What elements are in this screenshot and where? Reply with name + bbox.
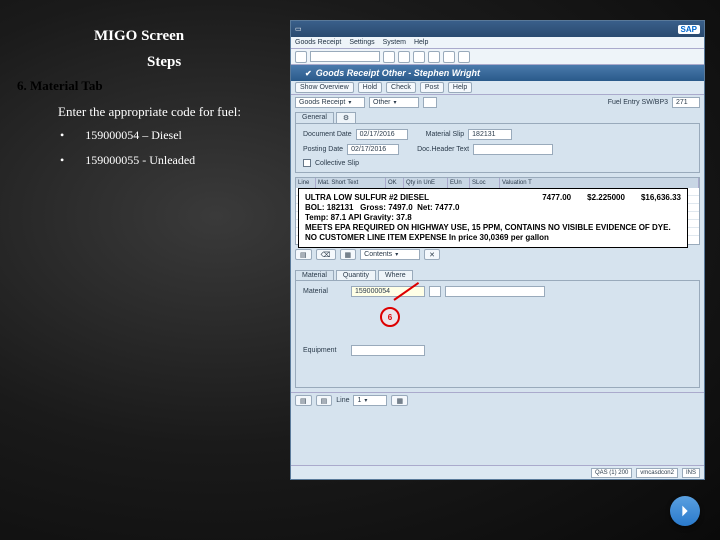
- col-qty[interactable]: Qty in UnE: [404, 178, 448, 188]
- tab-general[interactable]: General: [295, 112, 334, 123]
- find-icon[interactable]: [458, 51, 470, 63]
- sap-window: ▭ SAP Goods Receipt Settings System Help…: [290, 20, 705, 480]
- print-icon[interactable]: [443, 51, 455, 63]
- screen-title: Goods Receipt Other - Stephen Wright: [291, 65, 704, 81]
- pointer-marker: 6: [380, 307, 400, 327]
- callout-line2: Temp: 87.1 API Gravity: 37.8: [305, 213, 681, 223]
- col-ok[interactable]: OK: [386, 178, 404, 188]
- grid-tool-button[interactable]: ▦: [340, 249, 357, 260]
- item-detail-panel: Material 159000054 Equipment 6: [295, 280, 700, 388]
- material-slip-field[interactable]: 182131: [468, 129, 512, 140]
- menu-item[interactable]: Help: [414, 39, 428, 46]
- material-label: Material: [303, 288, 347, 295]
- ref-search-button[interactable]: [423, 97, 437, 108]
- ok-icon[interactable]: [295, 51, 307, 63]
- callout-bol: 182131: [327, 203, 354, 212]
- posting-date-label: Posting Date: [303, 146, 343, 153]
- callout-gross: 7497.0: [388, 203, 412, 212]
- contents-dropdown[interactable]: Contents: [360, 249, 420, 260]
- callout-net: 7477.0: [435, 203, 459, 212]
- bullet-item: 159000054 – Diesel: [85, 128, 182, 142]
- collective-slip-label: Collective Slip: [315, 160, 359, 167]
- back-icon[interactable]: [398, 51, 410, 63]
- sap-iconbar: [291, 49, 704, 65]
- doc-date-label: Document Date: [303, 131, 352, 138]
- callout-gross-label: Gross:: [360, 203, 386, 212]
- action-dropdown[interactable]: Goods Receipt: [295, 97, 365, 108]
- collective-slip-checkbox[interactable]: [303, 159, 311, 167]
- grid-tool-button[interactable]: ✕: [424, 249, 440, 260]
- callout-qty: 7477.00: [542, 193, 571, 203]
- item-nav-button[interactable]: ▤: [316, 395, 333, 406]
- callout-line4: NO CUSTOMER LINE ITEM EXPENSE In price 3…: [305, 233, 681, 243]
- sap-content: Goods Receipt Other Fuel Entry SW/BP3 27…: [291, 95, 704, 465]
- post-button[interactable]: Post: [420, 82, 444, 93]
- sap-titlebar: ▭ SAP: [291, 21, 704, 37]
- menu-item[interactable]: System: [383, 39, 406, 46]
- menu-item[interactable]: Settings: [349, 39, 374, 46]
- status-env: QAS (1) 200: [591, 468, 632, 478]
- doc-date-field[interactable]: 02/17/2016: [356, 129, 408, 140]
- col-sloc[interactable]: SLoc: [470, 178, 500, 188]
- help-button[interactable]: Help: [448, 82, 472, 93]
- hold-button[interactable]: Hold: [358, 82, 382, 93]
- callout-line3: MEETS EPA REQUIRED ON HIGHWAY USE, 15 PP…: [305, 223, 681, 233]
- show-overview-button[interactable]: Show Overview: [295, 82, 354, 93]
- equipment-label: Equipment: [303, 347, 347, 354]
- doc-header-field[interactable]: [473, 144, 553, 155]
- sap-menubar: Goods Receipt Settings System Help: [291, 37, 704, 49]
- doc-header-label: Doc.Header Text: [417, 146, 469, 153]
- callout-price: $2.225000: [587, 193, 625, 203]
- posting-date-field[interactable]: 02/17/2016: [347, 144, 399, 155]
- fuel-entry-label: Fuel Entry SW/BP3: [608, 99, 668, 106]
- item-nav-button[interactable]: ▦: [391, 395, 408, 406]
- material-desc-field[interactable]: [445, 286, 545, 297]
- grid-tool-button[interactable]: ⌫: [316, 249, 336, 260]
- movement-type-field[interactable]: 271: [672, 97, 700, 108]
- bullet-list: 159000054 – Diesel 159000055 - Unleaded: [60, 128, 195, 178]
- material-slip-label: Material Slip: [426, 131, 465, 138]
- status-ins: INS: [682, 468, 700, 478]
- tab-quantity[interactable]: Quantity: [336, 270, 376, 280]
- header-panel: Document Date 02/17/2016 Material Slip 1…: [295, 123, 700, 173]
- command-field[interactable]: [310, 51, 380, 62]
- line-dropdown[interactable]: 1: [353, 395, 387, 406]
- equipment-field[interactable]: [351, 345, 425, 356]
- cancel-icon[interactable]: [428, 51, 440, 63]
- next-slide-button[interactable]: [670, 496, 700, 526]
- tab-where[interactable]: Where: [378, 270, 413, 280]
- save-icon[interactable]: [383, 51, 395, 63]
- arrow-right-icon: [677, 503, 693, 519]
- ref-dropdown[interactable]: Other: [369, 97, 419, 108]
- exit-icon[interactable]: [413, 51, 425, 63]
- grid-tool-button[interactable]: ▤: [295, 249, 312, 260]
- step-heading: 6. Material Tab: [17, 78, 103, 94]
- slide-subtitle: Steps: [147, 54, 181, 71]
- col-eun[interactable]: EUn: [448, 178, 470, 188]
- material-field[interactable]: 159000054: [351, 286, 425, 297]
- tab-material[interactable]: Material: [295, 270, 334, 280]
- instruction-text: Enter the appropriate code for fuel:: [58, 104, 241, 120]
- callout-total: $16,636.33: [641, 193, 681, 203]
- status-bar: QAS (1) 200 vmcasdcon2 INS: [291, 465, 704, 479]
- line-label: Line: [336, 397, 349, 404]
- item-nav-button[interactable]: ▤: [295, 395, 312, 406]
- callout-bol-label: BOL:: [305, 203, 325, 212]
- col-mat-text[interactable]: Mat. Short Text: [316, 178, 386, 188]
- col-line[interactable]: Line: [296, 178, 316, 188]
- status-host: vmcasdcon2: [636, 468, 678, 478]
- bullet-item: 159000055 - Unleaded: [85, 153, 195, 167]
- tab-other[interactable]: ⚙: [336, 112, 356, 123]
- window-sys-icon: ▭: [295, 25, 302, 33]
- slide-title: MIGO Screen: [94, 28, 184, 45]
- menu-item[interactable]: Goods Receipt: [295, 39, 341, 46]
- sap-logo: SAP: [678, 25, 700, 34]
- app-toolbar: Show Overview Hold Check Post Help: [291, 81, 704, 95]
- callout-net-label: Net:: [417, 203, 433, 212]
- check-button[interactable]: Check: [386, 82, 416, 93]
- col-valuation[interactable]: Valuation T: [500, 178, 699, 188]
- invoice-callout: 7477.00 $2.225000 $16,636.33 ULTRA LOW S…: [298, 188, 688, 248]
- material-search-button[interactable]: [429, 286, 441, 297]
